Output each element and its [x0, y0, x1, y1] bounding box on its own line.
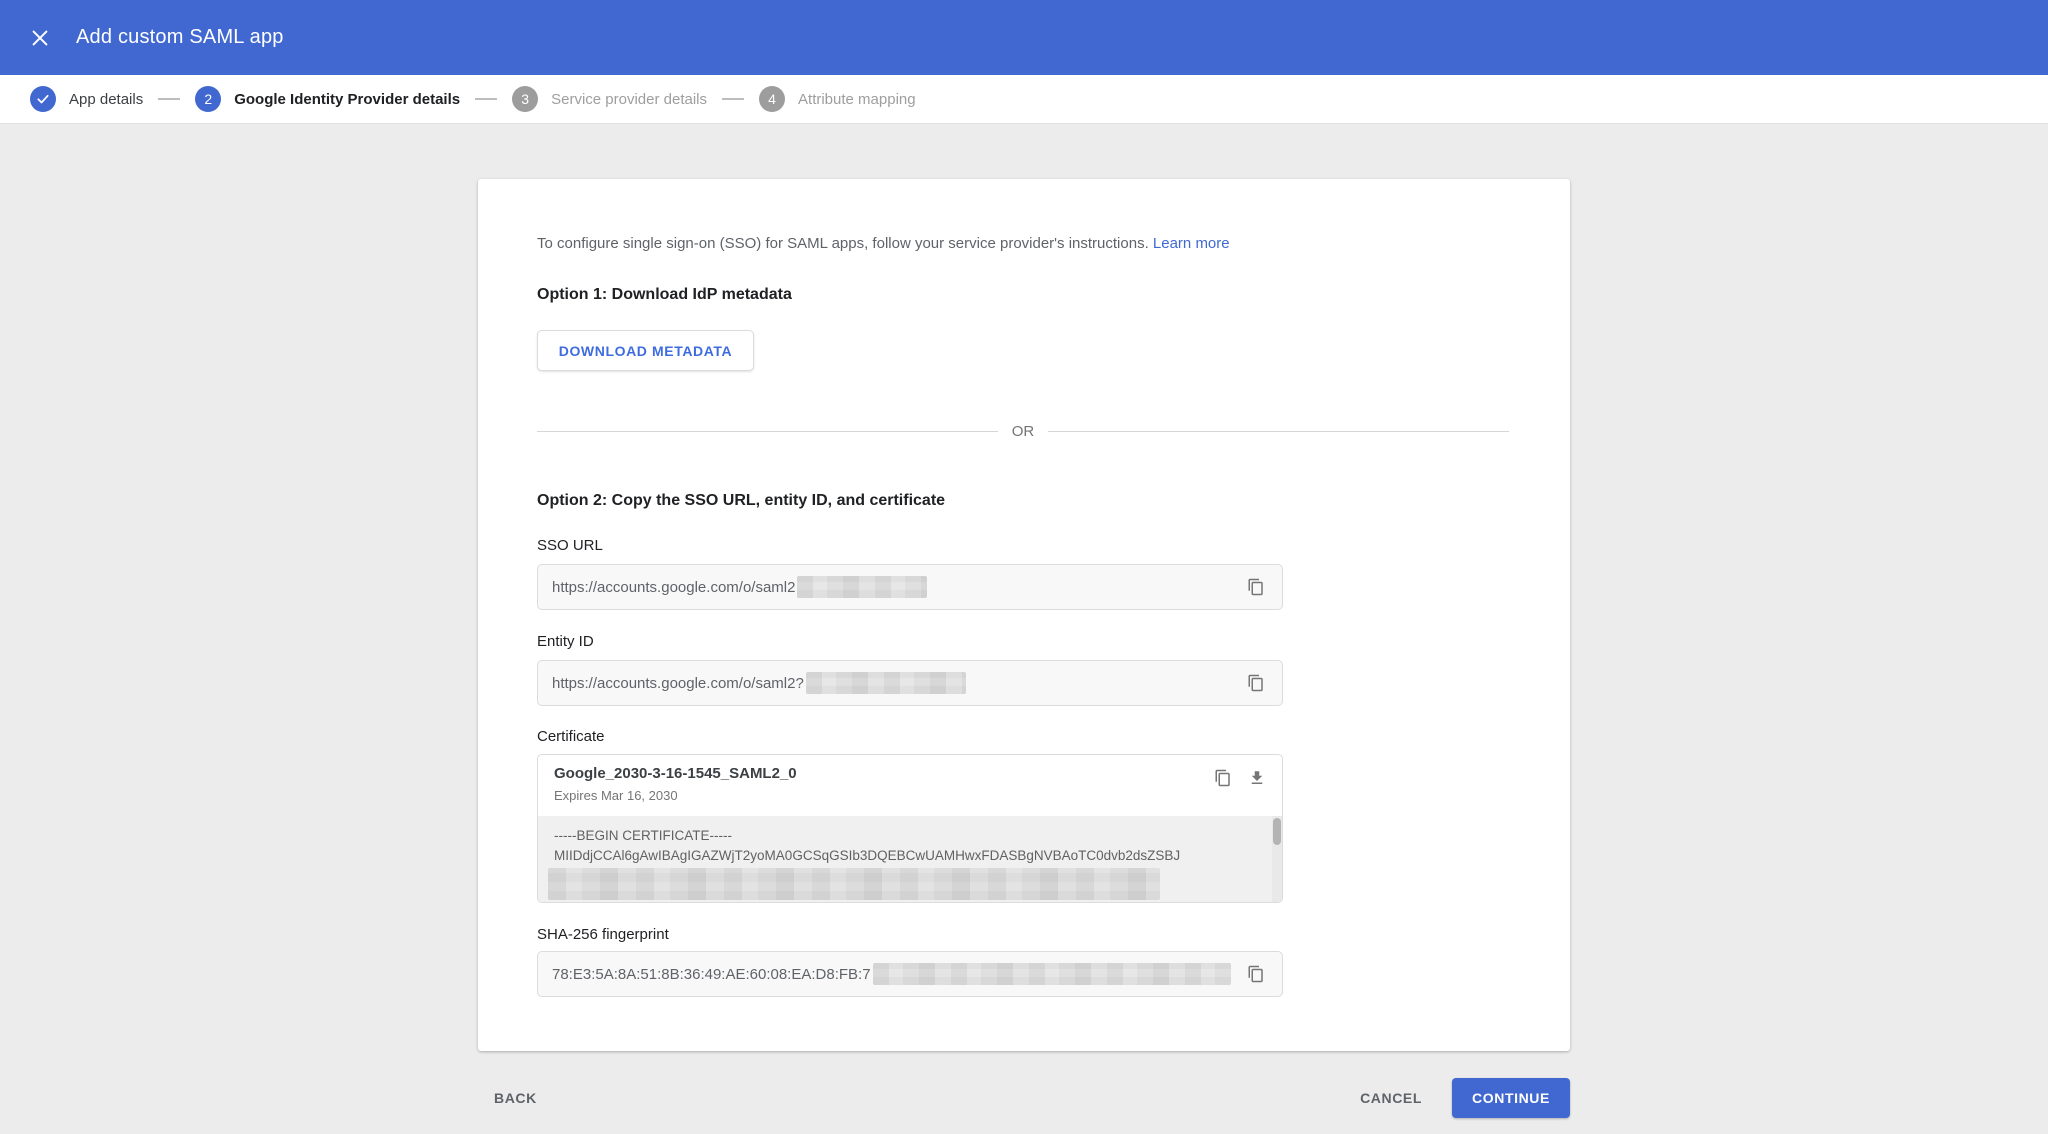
step-label: Service provider details: [551, 91, 707, 108]
stepper-step-service-provider-details: 3 Service provider details: [512, 86, 707, 112]
stepper-step-attribute-mapping: 4 Attribute mapping: [759, 86, 916, 112]
dialog-title: Add custom SAML app: [76, 26, 284, 49]
redacted-text: [806, 672, 966, 694]
step-number-circle: 4: [759, 86, 785, 112]
copy-sso-url-button[interactable]: [1240, 571, 1272, 603]
pem-header-line: -----BEGIN CERTIFICATE-----: [554, 826, 1266, 846]
step-number-circle: 2: [195, 86, 221, 112]
stepper: App details 2 Google Identity Provider d…: [0, 75, 2048, 124]
check-icon: [36, 92, 50, 106]
divider-line: [1048, 431, 1509, 432]
intro-text: To configure single sign-on (SSO) for SA…: [537, 235, 1230, 252]
step-label: Google Identity Provider details: [234, 91, 460, 108]
continue-button[interactable]: CONTINUE: [1452, 1078, 1570, 1118]
learn-more-link[interactable]: Learn more: [1153, 235, 1230, 252]
option1-heading: Option 1: Download IdP metadata: [537, 286, 792, 304]
certificate-scrollbar-thumb[interactable]: [1273, 818, 1281, 845]
step-label: App details: [69, 91, 143, 108]
cancel-button[interactable]: CANCEL: [1344, 1078, 1438, 1118]
step-connector: [722, 98, 744, 100]
content-card: To configure single sign-on (SSO) for SA…: [478, 179, 1570, 1051]
copy-icon: [1247, 578, 1265, 596]
sha256-field[interactable]: 78:E3:5A:8A:51:8B:36:49:AE:60:08:EA:D8:F…: [537, 951, 1283, 997]
close-icon: [29, 27, 51, 49]
stepper-step-app-details[interactable]: App details: [30, 86, 143, 112]
entity-id-value: https://accounts.google.com/o/saml2?: [552, 675, 804, 692]
redacted-text: [873, 963, 1231, 985]
step-connector: [475, 98, 497, 100]
redacted-text: [797, 576, 927, 598]
sso-url-field[interactable]: https://accounts.google.com/o/saml2: [537, 564, 1283, 610]
download-certificate-button[interactable]: [1240, 761, 1274, 795]
step-number-circle: 3: [512, 86, 538, 112]
step-connector: [158, 98, 180, 100]
back-button[interactable]: BACK: [478, 1078, 553, 1118]
dialog-header: Add custom SAML app: [0, 0, 2048, 75]
option2-heading: Option 2: Copy the SSO URL, entity ID, a…: [537, 492, 945, 510]
sha256-label: SHA-256 fingerprint: [537, 926, 669, 943]
sso-url-value: https://accounts.google.com/o/saml2: [552, 579, 795, 596]
or-divider: OR: [537, 421, 1509, 441]
copy-icon: [1247, 674, 1265, 692]
download-metadata-button[interactable]: DOWNLOAD METADATA: [537, 330, 754, 371]
step-number: 2: [204, 91, 212, 107]
stepper-step-google-idp-details[interactable]: 2 Google Identity Provider details: [195, 86, 460, 112]
or-label: OR: [1012, 423, 1035, 440]
close-button[interactable]: [20, 18, 60, 58]
certificate-card: Google_2030-3-16-1545_SAML2_0 Expires Ma…: [537, 754, 1283, 903]
certificate-label: Certificate: [537, 728, 605, 745]
step-complete-circle: [30, 86, 56, 112]
download-icon: [1248, 769, 1266, 787]
copy-icon: [1247, 965, 1265, 983]
certificate-scrollbar: [1272, 816, 1282, 902]
certificate-expiry: Expires Mar 16, 2030: [554, 788, 678, 803]
copy-certificate-button[interactable]: [1206, 761, 1240, 795]
step-number: 4: [768, 91, 776, 107]
certificate-name: Google_2030-3-16-1545_SAML2_0: [554, 765, 797, 782]
entity-id-field[interactable]: https://accounts.google.com/o/saml2?: [537, 660, 1283, 706]
copy-entity-id-button[interactable]: [1240, 667, 1272, 699]
divider-line: [537, 431, 998, 432]
footer-actions: BACK CANCEL CONTINUE: [478, 1078, 1570, 1118]
certificate-pem-viewer[interactable]: -----BEGIN CERTIFICATE----- MIIDdjCCAl6g…: [538, 816, 1282, 902]
step-number: 3: [521, 91, 529, 107]
copy-sha256-button[interactable]: [1240, 958, 1272, 990]
copy-icon: [1214, 769, 1232, 787]
step-label: Attribute mapping: [798, 91, 916, 108]
sso-url-label: SSO URL: [537, 537, 603, 554]
pem-data-line: MIIDdjCCAl6gAwIBAgIGAZWjT2yoMA0GCSqGSIb3…: [554, 846, 1266, 866]
add-custom-saml-app-dialog: Add custom SAML app App details 2 Google…: [0, 0, 2048, 1134]
entity-id-label: Entity ID: [537, 633, 594, 650]
intro-sentence: To configure single sign-on (SSO) for SA…: [537, 235, 1149, 252]
redacted-text: [548, 868, 1160, 900]
sha256-value: 78:E3:5A:8A:51:8B:36:49:AE:60:08:EA:D8:F…: [552, 966, 871, 983]
